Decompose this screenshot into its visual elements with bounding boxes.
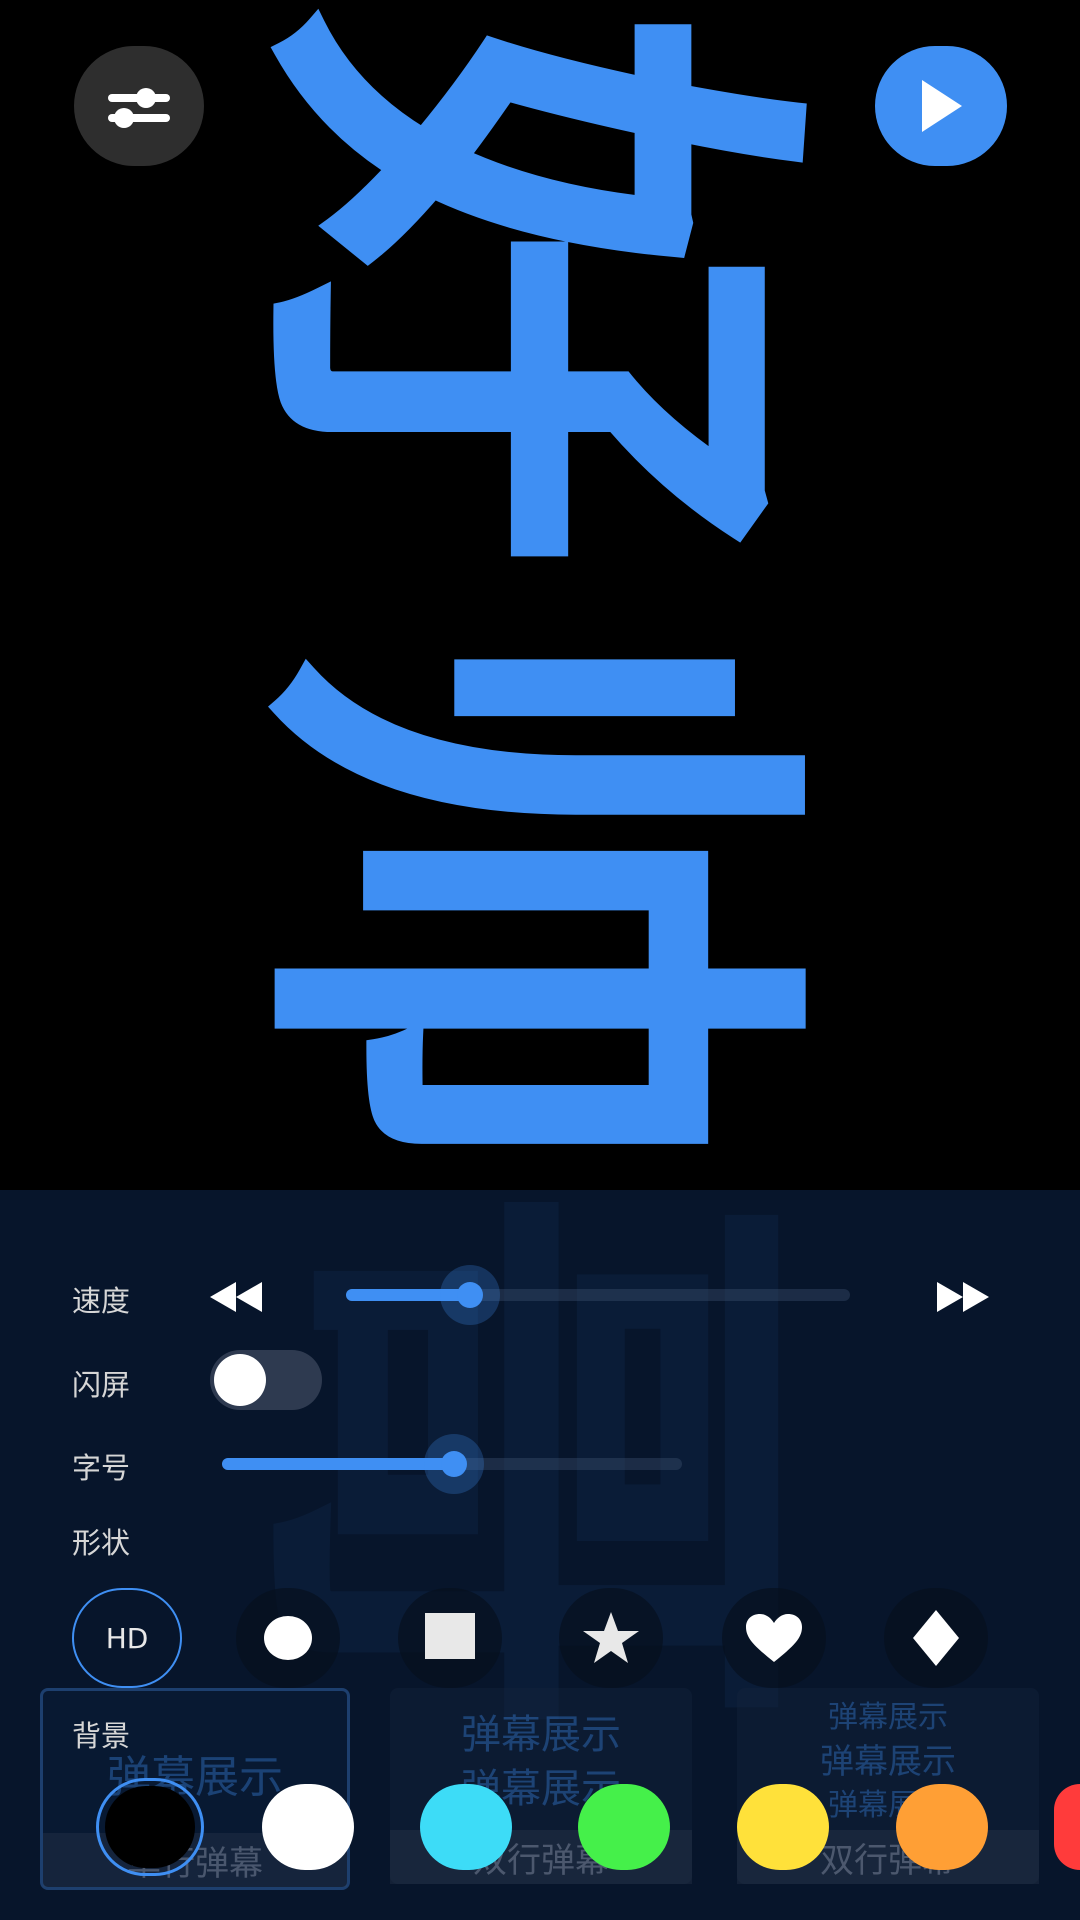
settings-button[interactable] xyxy=(74,46,204,166)
sliders-icon xyxy=(108,88,170,128)
layout-preview-line: 弹幕展示 xyxy=(820,1742,956,1782)
flash-label: 闪屏 xyxy=(72,1368,131,1402)
font-size-label: 字号 xyxy=(72,1451,131,1485)
speed-label: 速度 xyxy=(72,1284,131,1318)
shape-heart-button[interactable] xyxy=(722,1588,826,1688)
play-icon xyxy=(922,80,962,132)
bg-color-black[interactable] xyxy=(96,1778,204,1876)
bg-color-cyan[interactable] xyxy=(420,1784,512,1870)
background-label: 背景 xyxy=(72,1719,131,1753)
bg-color-yellow[interactable] xyxy=(737,1784,829,1870)
bg-color-red[interactable] xyxy=(1054,1784,1080,1870)
circle-icon xyxy=(264,1616,312,1660)
shape-label: 形状 xyxy=(72,1526,131,1560)
toggle-thumb xyxy=(214,1354,266,1406)
diamond-icon xyxy=(913,1610,959,1666)
flash-toggle[interactable] xyxy=(210,1350,322,1410)
shape-circle-button[interactable] xyxy=(236,1588,340,1688)
layout-preview-line: 弹幕展示 xyxy=(828,1700,948,1735)
play-button[interactable] xyxy=(875,46,1007,166)
speed-slider-handle[interactable] xyxy=(440,1265,500,1325)
square-icon xyxy=(425,1613,475,1659)
shape-star-button[interactable] xyxy=(559,1588,663,1688)
heart-icon xyxy=(746,1614,802,1662)
font-size-fill xyxy=(222,1458,452,1470)
hd-label: HD xyxy=(105,1621,149,1655)
bg-color-green[interactable] xyxy=(578,1784,670,1870)
banner-char-1: 好 xyxy=(194,10,846,570)
layout-preview-line: 弹幕展示 xyxy=(461,1712,621,1758)
font-size-slider-handle[interactable] xyxy=(424,1434,484,1494)
shape-square-button[interactable] xyxy=(398,1588,502,1688)
banner-char-2: 帅 xyxy=(194,620,846,1180)
rewind-icon[interactable] xyxy=(208,1280,264,1318)
bg-color-white[interactable] xyxy=(262,1784,354,1870)
shape-hd-button[interactable]: HD xyxy=(72,1588,182,1688)
fast-forward-icon[interactable] xyxy=(935,1280,991,1318)
bg-color-orange[interactable] xyxy=(896,1784,988,1870)
star-icon xyxy=(583,1612,639,1663)
shape-diamond-button[interactable] xyxy=(884,1588,988,1688)
